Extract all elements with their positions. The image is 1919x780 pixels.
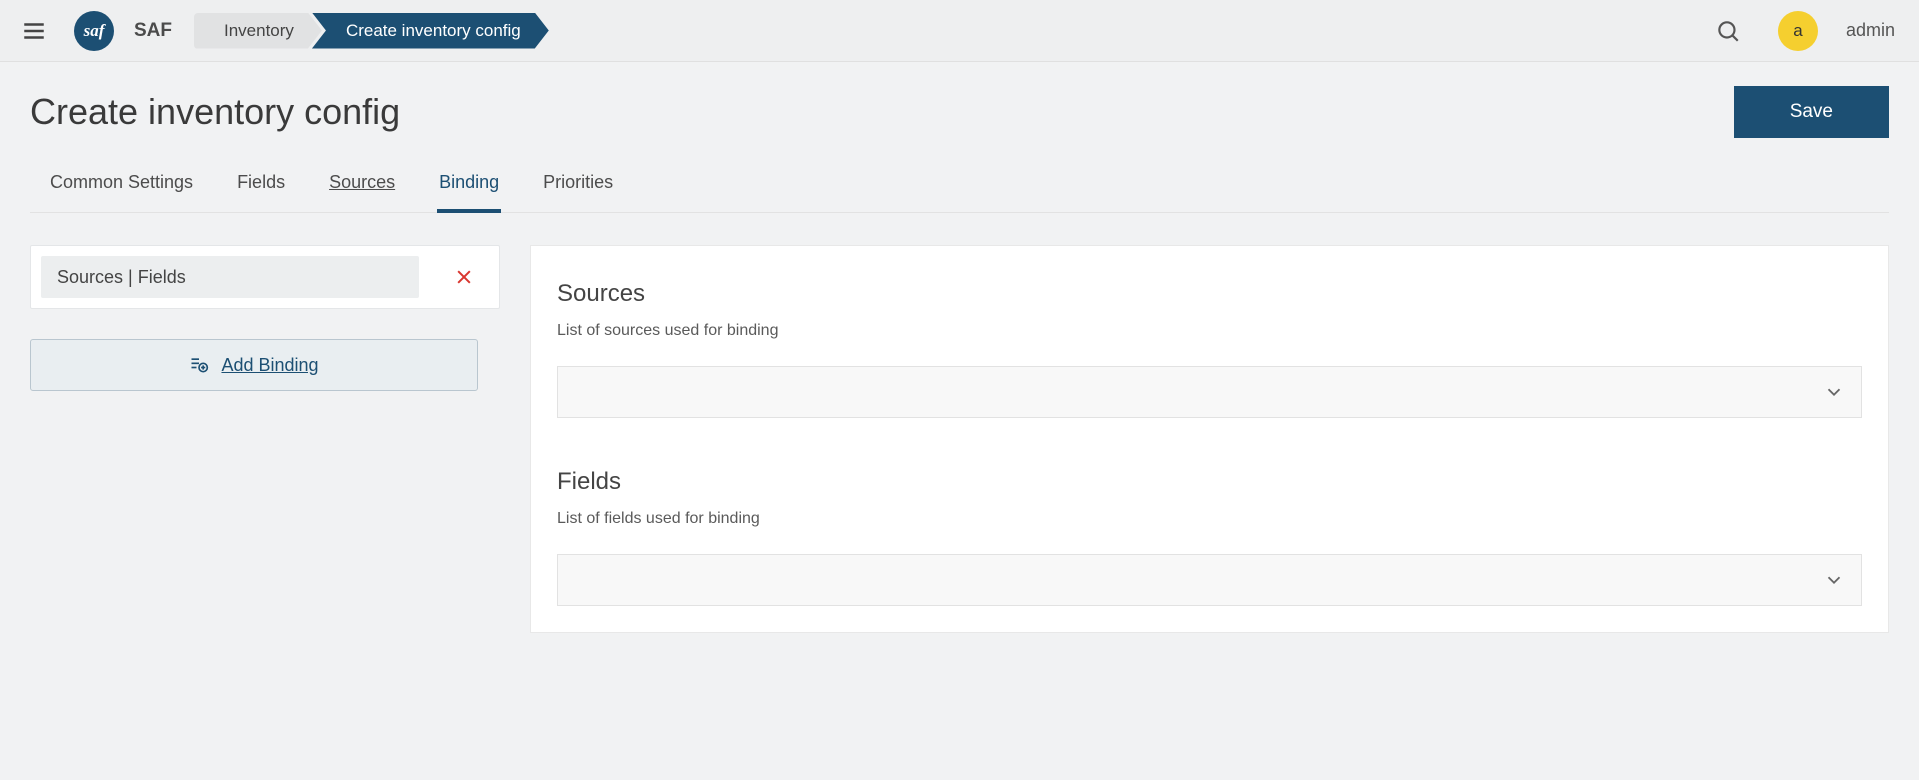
breadcrumb: Inventory Create inventory config — [194, 13, 549, 49]
app-logo[interactable]: saf — [74, 11, 114, 51]
save-button[interactable]: Save — [1734, 86, 1889, 138]
username-label[interactable]: admin — [1846, 20, 1895, 41]
app-header: saf SAF Inventory Create inventory confi… — [0, 0, 1919, 62]
avatar[interactable]: a — [1778, 11, 1818, 51]
tab-sources[interactable]: Sources — [327, 166, 397, 213]
search-icon — [1715, 18, 1741, 44]
menu-button[interactable] — [18, 15, 50, 47]
breadcrumb-inventory[interactable]: Inventory — [194, 13, 322, 49]
binding-item-label: Sources | Fields — [41, 256, 419, 298]
fields-section-title: Fields — [557, 468, 1862, 496]
fields-select[interactable] — [557, 554, 1862, 606]
sources-section-title: Sources — [557, 280, 1862, 308]
page-header-row: Create inventory config Save — [30, 86, 1889, 138]
add-binding-icon — [189, 355, 209, 375]
search-button[interactable] — [1708, 11, 1748, 51]
page-body: Create inventory config Save Common Sett… — [0, 62, 1919, 657]
chevron-down-icon — [1823, 381, 1845, 403]
tab-common-settings[interactable]: Common Settings — [48, 166, 195, 213]
app-name: SAF — [134, 20, 172, 42]
add-binding-button[interactable]: Add Binding — [30, 339, 478, 391]
chevron-down-icon — [1823, 569, 1845, 591]
tab-priorities[interactable]: Priorities — [541, 166, 615, 213]
page-title: Create inventory config — [30, 91, 1734, 133]
sources-select[interactable] — [557, 366, 1862, 418]
close-icon — [454, 267, 474, 287]
tab-fields[interactable]: Fields — [235, 166, 287, 213]
binding-item-card[interactable]: Sources | Fields — [30, 245, 500, 309]
tab-binding[interactable]: Binding — [437, 166, 501, 213]
fields-section-subtitle: List of fields used for binding — [557, 510, 1862, 528]
add-binding-label: Add Binding — [221, 355, 318, 376]
delete-binding-button[interactable] — [429, 246, 499, 308]
hamburger-icon — [21, 18, 47, 44]
binding-details-panel: Sources List of sources used for binding… — [530, 245, 1889, 633]
config-tabs: Common Settings Fields Sources Binding P… — [30, 166, 1889, 213]
tab-content: Sources | Fields Add Bindin — [30, 213, 1889, 633]
breadcrumb-current[interactable]: Create inventory config — [312, 13, 549, 49]
binding-list-panel: Sources | Fields Add Bindin — [30, 245, 500, 391]
sources-section-subtitle: List of sources used for binding — [557, 322, 1862, 340]
